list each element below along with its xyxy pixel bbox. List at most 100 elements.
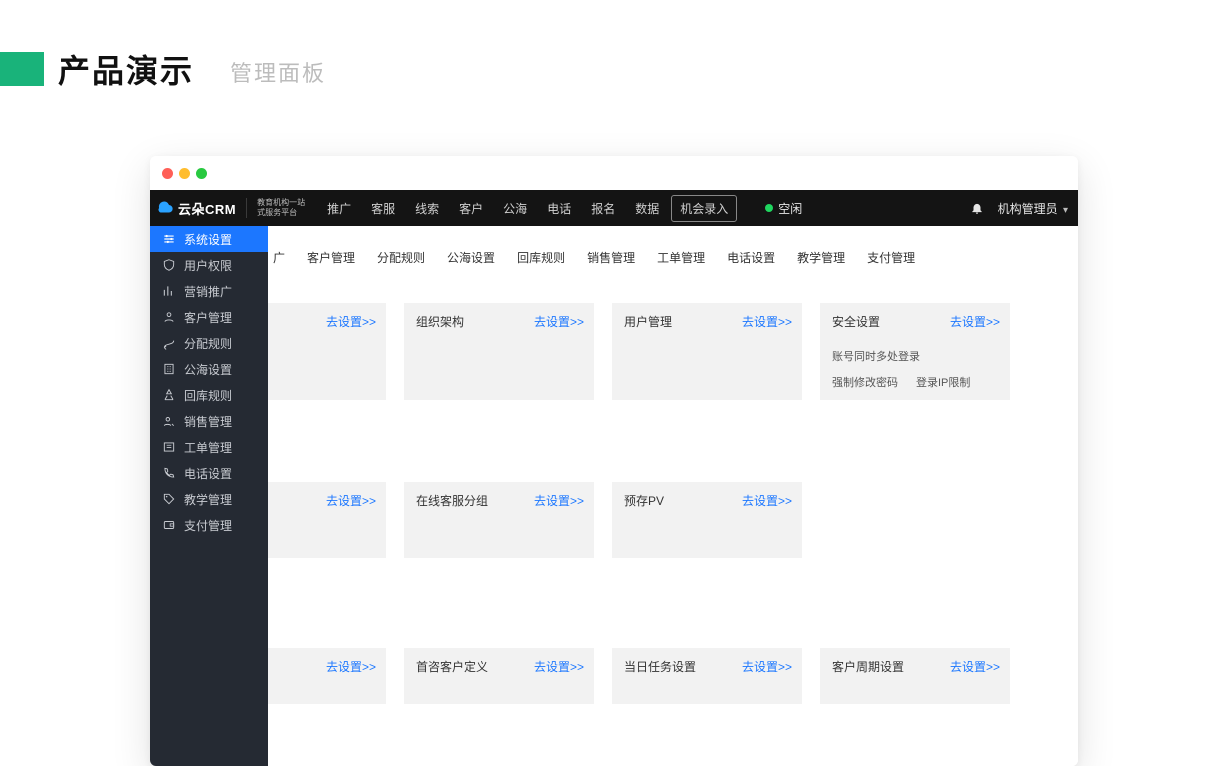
- settings-card-org: 组织架构 去设置>>: [404, 303, 594, 400]
- go-settings-link[interactable]: 去设置>>: [742, 658, 792, 675]
- sidebar-item-label: 电话设置: [184, 465, 232, 482]
- card-sub-link[interactable]: 账号同时多处登录: [832, 348, 920, 364]
- nav-item[interactable]: 推广: [319, 196, 359, 221]
- bell-icon[interactable]: [970, 201, 984, 215]
- heading-main: 产品演示: [58, 46, 194, 92]
- sidebar-item-assign-rule[interactable]: 分配规则: [150, 330, 268, 356]
- go-settings-link[interactable]: 去设置>>: [742, 492, 792, 509]
- topbar: 云朵CRM 教育机构一站 式服务平台 推广 客服 线索 客户 公海 电话 报名 …: [150, 190, 1078, 226]
- tab-item[interactable]: 销售管理: [576, 242, 646, 273]
- app-logo: 云朵CRM 教育机构一站 式服务平台: [150, 198, 313, 218]
- status-indicator[interactable]: 空闲: [765, 200, 802, 217]
- sidebar-item-system-settings[interactable]: 系统设置: [150, 226, 268, 252]
- ticket-icon: [162, 440, 176, 454]
- card-title: 预存PV: [624, 494, 664, 508]
- close-icon[interactable]: [162, 168, 173, 179]
- admin-menu[interactable]: 机构管理员 ▾: [998, 200, 1068, 217]
- tab-item[interactable]: 分配规则: [366, 242, 436, 273]
- go-settings-link[interactable]: 去设置>>: [534, 492, 584, 509]
- sidebar-item-phone[interactable]: 电话设置: [150, 460, 268, 486]
- sidebar-item-label: 营销推广: [184, 283, 232, 300]
- sidebar-item-sales[interactable]: 销售管理: [150, 408, 268, 434]
- nav-item[interactable]: 客服: [363, 196, 403, 221]
- route-icon: [162, 336, 176, 350]
- window-titlebar: [150, 156, 1078, 190]
- sidebar-item-return-rule[interactable]: 回库规则: [150, 382, 268, 408]
- go-settings-link[interactable]: 去设置>>: [326, 492, 376, 509]
- nav-item[interactable]: 电话: [539, 196, 579, 221]
- recycle-icon: [162, 388, 176, 402]
- settings-card-daily-task: 当日任务设置 去设置>>: [612, 648, 802, 704]
- card-sub-link[interactable]: 登录IP限制: [916, 374, 970, 390]
- card-title: 用户管理: [624, 315, 672, 329]
- go-settings-link[interactable]: 去设置>>: [326, 658, 376, 675]
- cloud-icon: [156, 199, 174, 217]
- sidebar-item-label: 支付管理: [184, 517, 232, 534]
- settings-card: 去设置>>: [268, 482, 386, 558]
- person-search-icon: [162, 414, 176, 428]
- go-settings-link[interactable]: 去设置>>: [534, 313, 584, 330]
- sidebar-item-marketing[interactable]: 营销推广: [150, 278, 268, 304]
- top-nav: 推广 客服 线索 客户 公海 电话 报名 数据 机会录入: [319, 195, 737, 222]
- nav-item[interactable]: 公海: [495, 196, 535, 221]
- card-title: 组织架构: [416, 315, 464, 329]
- settings-card-pv: 预存PV 去设置>>: [612, 482, 802, 558]
- accent-block: [0, 52, 44, 86]
- card-row: 去设置>> 在线客服分组 去设置>> 预存PV 去设置>>: [268, 482, 1078, 558]
- heading-sub: 管理面板: [230, 56, 326, 88]
- main-content: 广 客户管理 分配规则 公海设置 回库规则 销售管理 工单管理 电话设置 教学管…: [268, 226, 1078, 766]
- card-row: 去设置>> 组织架构 去设置>> 用户管理 去设置>> 安全设置 去设置>>: [268, 303, 1078, 400]
- sub-tabs: 广 客户管理 分配规则 公海设置 回库规则 销售管理 工单管理 电话设置 教学管…: [268, 230, 1078, 273]
- app-window: 云朵CRM 教育机构一站 式服务平台 推广 客服 线索 客户 公海 电话 报名 …: [150, 156, 1078, 766]
- tab-item[interactable]: 支付管理: [856, 242, 926, 273]
- sidebar-item-teaching[interactable]: 教学管理: [150, 486, 268, 512]
- card-title: 客户周期设置: [832, 660, 904, 674]
- sidebar-item-customer[interactable]: 客户管理: [150, 304, 268, 330]
- sidebar-item-label: 工单管理: [184, 439, 232, 456]
- nav-item[interactable]: 数据: [627, 196, 667, 221]
- logo-tagline: 教育机构一站 式服务平台: [257, 198, 305, 217]
- go-settings-link[interactable]: 去设置>>: [950, 658, 1000, 675]
- go-settings-link[interactable]: 去设置>>: [950, 313, 1000, 330]
- go-settings-link[interactable]: 去设置>>: [534, 658, 584, 675]
- tab-item[interactable]: 工单管理: [646, 242, 716, 273]
- chevron-down-icon: ▾: [1063, 205, 1068, 216]
- settings-card-first-consult: 首咨客户定义 去设置>>: [404, 648, 594, 704]
- nav-item[interactable]: 报名: [583, 196, 623, 221]
- wallet-icon: [162, 518, 176, 532]
- sidebar-item-ticket[interactable]: 工单管理: [150, 434, 268, 460]
- nav-item[interactable]: 线索: [407, 196, 447, 221]
- sidebar-item-label: 公海设置: [184, 361, 232, 378]
- sidebar-item-label: 用户权限: [184, 257, 232, 274]
- card-title: 安全设置: [832, 315, 880, 329]
- sidebar-item-payment[interactable]: 支付管理: [150, 512, 268, 538]
- status-dot-icon: [765, 204, 773, 212]
- sidebar-item-label: 教学管理: [184, 491, 232, 508]
- card-title: 首咨客户定义: [416, 660, 488, 674]
- tab-item[interactable]: 公海设置: [436, 242, 506, 273]
- go-settings-link[interactable]: 去设置>>: [326, 313, 376, 330]
- page-heading: 产品演示 管理面板: [0, 0, 1210, 50]
- card-sub-link[interactable]: 强制修改密码: [832, 374, 898, 390]
- nav-item[interactable]: 客户: [451, 196, 491, 221]
- shield-icon: [162, 258, 176, 272]
- tag-icon: [162, 492, 176, 506]
- tab-cropped[interactable]: 广: [268, 242, 296, 273]
- settings-card-security: 安全设置 去设置>> 账号同时多处登录 强制修改密码 登录IP限制: [820, 303, 1010, 400]
- tab-item[interactable]: 电话设置: [716, 242, 786, 273]
- sidebar-item-label: 回库规则: [184, 387, 232, 404]
- tab-item[interactable]: 回库规则: [506, 242, 576, 273]
- sidebar-item-label: 销售管理: [184, 413, 232, 430]
- sidebar-item-pool[interactable]: 公海设置: [150, 356, 268, 382]
- sidebar: 系统设置 用户权限 营销推广 客户管理 分配规则 公海设置: [150, 226, 268, 766]
- tab-item[interactable]: 客户管理: [296, 242, 366, 273]
- record-button[interactable]: 机会录入: [671, 195, 737, 222]
- tab-item[interactable]: 教学管理: [786, 242, 856, 273]
- chart-icon: [162, 284, 176, 298]
- admin-label: 机构管理员: [998, 202, 1058, 216]
- maximize-icon[interactable]: [196, 168, 207, 179]
- minimize-icon[interactable]: [179, 168, 190, 179]
- card-title: 在线客服分组: [416, 494, 488, 508]
- go-settings-link[interactable]: 去设置>>: [742, 313, 792, 330]
- sidebar-item-user-permission[interactable]: 用户权限: [150, 252, 268, 278]
